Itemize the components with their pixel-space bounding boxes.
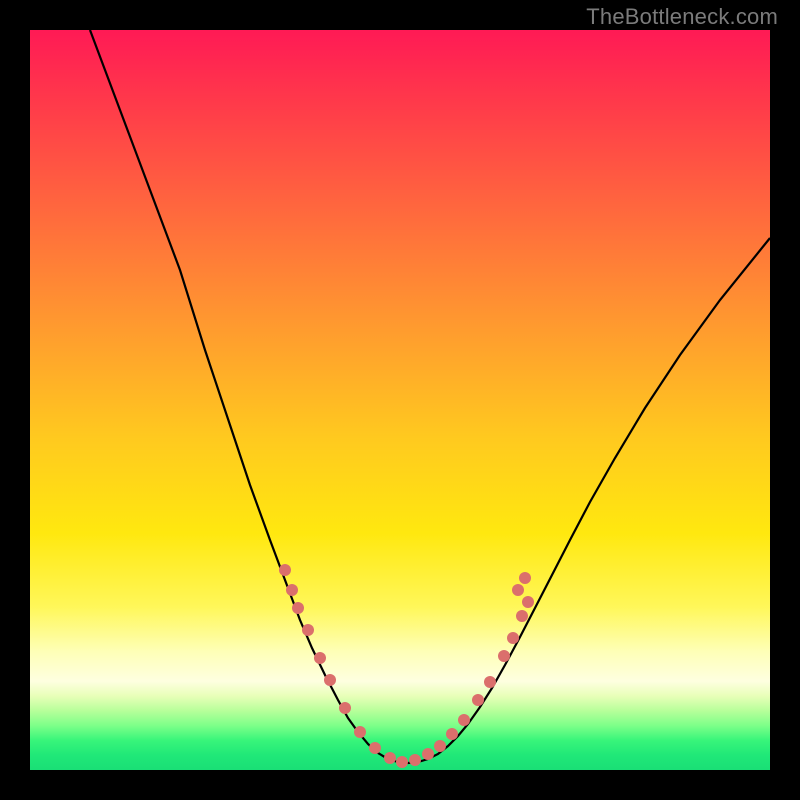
watermark-text: TheBottleneck.com [586,4,778,30]
curve-marker [512,584,524,596]
curve-marker [409,754,421,766]
curve-marker [519,572,531,584]
curve-marker [507,632,519,644]
curve-marker [384,752,396,764]
curve-marker [314,652,326,664]
curve-marker [522,596,534,608]
curve-marker [286,584,298,596]
curve-marker [292,602,304,614]
bottleneck-curve [90,30,770,763]
curve-marker [369,742,381,754]
curve-marker [472,694,484,706]
curve-marker [434,740,446,752]
curve-marker [324,674,336,686]
chart-frame: TheBottleneck.com [0,0,800,800]
curve-marker [339,702,351,714]
curve-marker [279,564,291,576]
chart-svg [30,30,770,770]
curve-marker [396,756,408,768]
curve-markers [279,564,534,768]
curve-marker [458,714,470,726]
curve-marker [422,748,434,760]
curve-marker [446,728,458,740]
curve-marker [354,726,366,738]
curve-marker [484,676,496,688]
curve-marker [516,610,528,622]
curve-marker [302,624,314,636]
curve-marker [498,650,510,662]
